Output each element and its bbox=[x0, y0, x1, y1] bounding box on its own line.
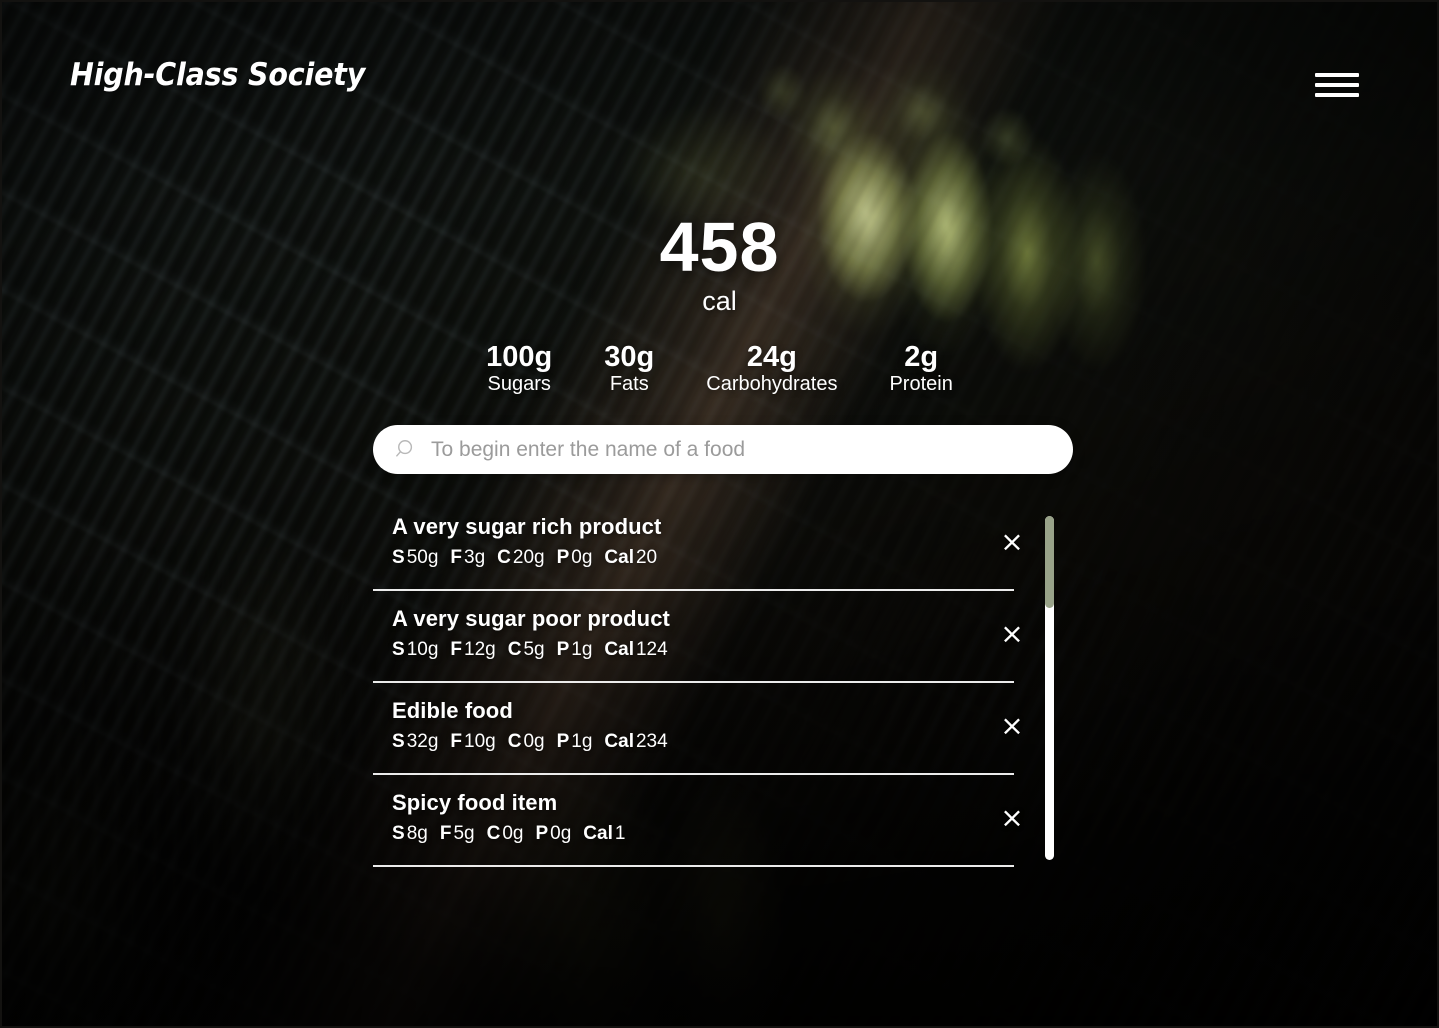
app-header: High-Class Society bbox=[2, 2, 1437, 167]
food-sugars-value: 8g bbox=[406, 822, 428, 844]
food-cal-key: Cal bbox=[583, 822, 613, 844]
table-row[interactable]: Spicy food item S 8g F 5g C 0g P 0g Cal 1 × bbox=[373, 775, 1024, 867]
food-sugars-key: S bbox=[392, 822, 405, 844]
food-carbs-value: 0g bbox=[502, 822, 524, 844]
food-macros: S 8g F 5g C 0g P 0g Cal 1 bbox=[392, 822, 1014, 847]
food-sugars-value: 32g bbox=[406, 730, 439, 752]
food-protein-value: 0g bbox=[571, 546, 593, 568]
food-fats-value: 10g bbox=[464, 730, 496, 752]
food-protein-key: P bbox=[556, 546, 570, 568]
food-macros: S 32g F 10g C 0g P 1g Cal 234 bbox=[392, 730, 1014, 755]
close-icon[interactable]: × bbox=[995, 525, 1029, 559]
brand-logo[interactable]: High-Class Society bbox=[70, 60, 365, 91]
macro-protein: 2g Protein bbox=[863, 342, 978, 396]
food-name: Spicy food item bbox=[392, 790, 558, 815]
search-input[interactable] bbox=[431, 425, 1073, 474]
food-cal-value: 234 bbox=[635, 730, 668, 752]
food-protein-key: P bbox=[556, 638, 570, 660]
hamburger-bar-bottom bbox=[1315, 93, 1359, 97]
macro-summary: 100g Sugars 30g Fats 24g Carbohydrates 2… bbox=[2, 342, 1437, 396]
food-carbs-key: C bbox=[507, 730, 522, 752]
food-fats-key: F bbox=[450, 638, 462, 660]
food-list: A very sugar rich product S 50g F 3g C 20g P 0g… bbox=[373, 499, 1033, 867]
total-calories-value: 458 bbox=[659, 208, 780, 286]
macro-fats-label: Fats bbox=[609, 373, 649, 396]
page-content: High-Class Society 458 cal 100g Sugars 3… bbox=[2, 2, 1437, 1026]
total-calories-block: 458 cal bbox=[2, 208, 1437, 316]
food-carbs-value: 20g bbox=[512, 546, 545, 568]
macro-carbohydrates: 24g Carbohydrates bbox=[680, 342, 863, 396]
food-sugars-value: 50g bbox=[406, 546, 439, 568]
food-search bbox=[373, 425, 1073, 474]
food-protein-value: 1g bbox=[571, 730, 593, 752]
food-fats-value: 5g bbox=[453, 822, 475, 844]
food-list-region: A very sugar rich product S 50g F 3g C 20g P 0g… bbox=[373, 499, 1073, 869]
food-carbs-key: C bbox=[507, 638, 522, 660]
food-sugars-key: S bbox=[392, 546, 405, 568]
macro-protein-value: 2g bbox=[904, 341, 939, 373]
food-fats-value: 12g bbox=[464, 638, 496, 660]
hamburger-bar-middle bbox=[1315, 83, 1359, 87]
macro-sugars-label: Sugars bbox=[487, 373, 551, 396]
macro-carbohydrates-value: 24g bbox=[746, 341, 797, 373]
macro-protein-label: Protein bbox=[889, 373, 953, 396]
macro-carbohydrates-label: Carbohydrates bbox=[706, 373, 838, 396]
food-cal-value: 20 bbox=[635, 546, 658, 568]
food-list-scrollbar-thumb[interactable] bbox=[1045, 516, 1054, 608]
food-carbs-key: C bbox=[497, 546, 511, 568]
food-fats-key: F bbox=[450, 546, 462, 568]
food-sugars-value: 10g bbox=[406, 638, 439, 660]
food-fats-value: 3g bbox=[464, 546, 486, 568]
food-cal-key: Cal bbox=[604, 730, 634, 752]
food-cal-value: 1 bbox=[614, 822, 626, 844]
app-page: High-Class Society 458 cal 100g Sugars 3… bbox=[0, 0, 1439, 1028]
hamburger-menu-icon[interactable] bbox=[1315, 70, 1359, 100]
food-name: A very sugar rich product bbox=[392, 514, 662, 539]
food-sugars-key: S bbox=[392, 638, 405, 660]
food-name: A very sugar poor product bbox=[392, 606, 670, 631]
search-icon bbox=[396, 440, 413, 457]
food-cal-key: Cal bbox=[604, 546, 634, 568]
food-carbs-value: 5g bbox=[523, 638, 545, 660]
hamburger-bar-top bbox=[1315, 73, 1359, 77]
food-carbs-value: 0g bbox=[523, 730, 545, 752]
close-icon[interactable]: × bbox=[995, 617, 1029, 651]
food-name: Edible food bbox=[392, 698, 513, 723]
search-box[interactable] bbox=[373, 425, 1073, 474]
macro-fats-value: 30g bbox=[604, 341, 655, 373]
macro-sugars-value: 100g bbox=[486, 341, 553, 373]
food-fats-key: F bbox=[450, 730, 462, 752]
table-row[interactable]: A very sugar poor product S 10g F 12g C 5g P 1g… bbox=[373, 591, 1024, 683]
close-icon[interactable]: × bbox=[995, 801, 1029, 835]
food-protein-value: 1g bbox=[571, 638, 593, 660]
food-protein-key: P bbox=[556, 730, 570, 752]
total-calories-unit: cal bbox=[702, 285, 737, 316]
food-macros: S 10g F 12g C 5g P 1g Cal 124 bbox=[392, 638, 1014, 663]
macro-fats: 30g Fats bbox=[578, 342, 680, 396]
close-icon[interactable]: × bbox=[995, 709, 1029, 743]
food-cal-key: Cal bbox=[604, 638, 634, 660]
food-fats-key: F bbox=[439, 822, 452, 844]
food-cal-value: 124 bbox=[635, 638, 668, 660]
food-sugars-key: S bbox=[392, 730, 405, 752]
table-row[interactable]: A very sugar rich product S 50g F 3g C 20g P 0g… bbox=[373, 499, 1024, 591]
food-macros: S 50g F 3g C 20g P 0g Cal 20 bbox=[392, 546, 1014, 571]
macro-sugars: 100g Sugars bbox=[460, 342, 578, 396]
food-protein-key: P bbox=[535, 822, 549, 844]
food-carbs-key: C bbox=[486, 822, 501, 844]
table-row[interactable]: Edible food S 32g F 10g C 0g P 1g Cal 234 × bbox=[373, 683, 1024, 775]
food-list-scrollbar[interactable] bbox=[1045, 516, 1054, 860]
food-protein-value: 0g bbox=[550, 822, 572, 844]
